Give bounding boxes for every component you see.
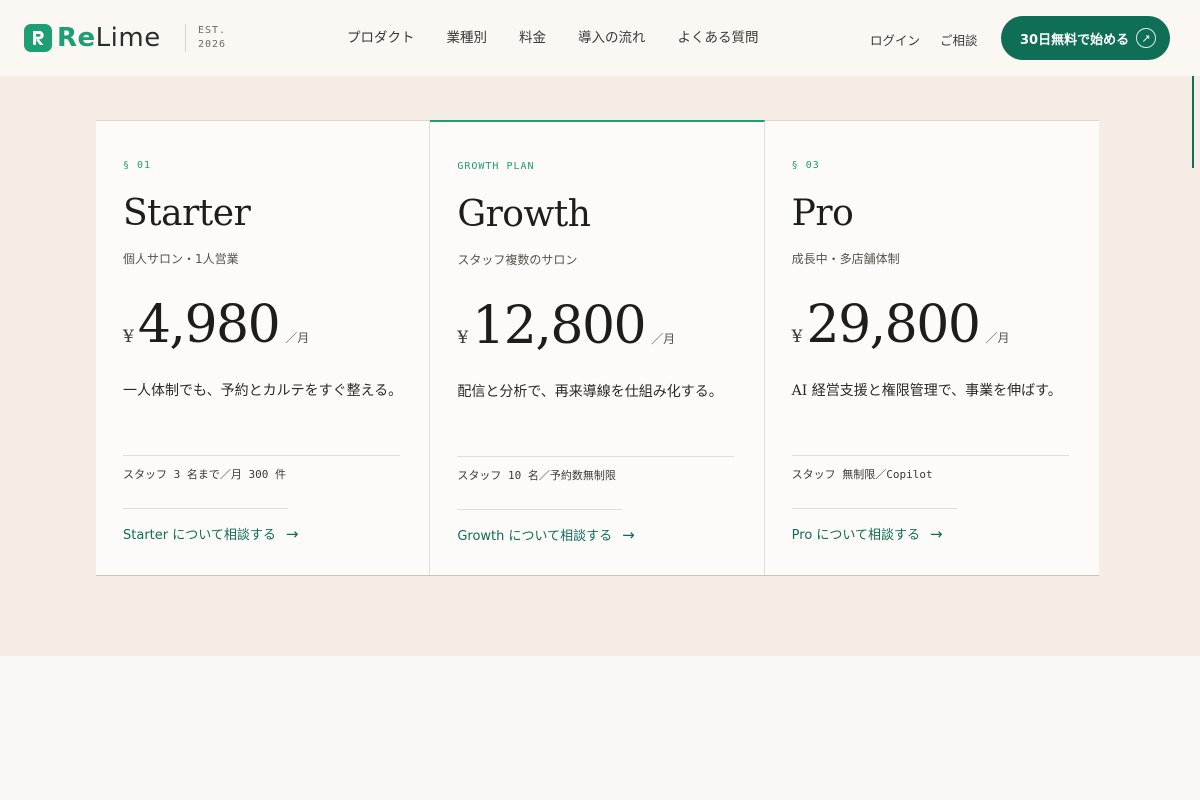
plan-tag: GROWTH PLAN (457, 161, 535, 172)
nav-onboarding-flow[interactable]: 導入の流れ (578, 29, 646, 47)
main-nav: プロダクト 業種別 料金 導入の流れ よくある質問 (347, 29, 759, 47)
arrow-right-icon: → (622, 525, 635, 544)
plan-description: AI 経営支援と権限管理で、事業を伸ばす。 (791, 383, 1062, 399)
plan-tag: § 01 (123, 160, 152, 171)
brand-wordmark: ReLime (57, 23, 161, 53)
divider (457, 509, 623, 510)
link-label: Starter について相談する (123, 528, 276, 543)
plan-name: Pro (791, 193, 854, 234)
plan-subtitle: スタッフ複数のサロン (457, 253, 578, 267)
nav-product[interactable]: プロダクト (347, 29, 415, 47)
pricing-cards: § 01 Starter 個人サロン・1人営業 ¥ 4,980 ／月 一人体制で… (96, 120, 1099, 576)
nav-industry[interactable]: 業種別 (447, 29, 488, 47)
plan-tag: § 03 (791, 160, 820, 171)
plan-description: 一人体制でも、予約とカルテをすぐ整える。 (123, 383, 403, 399)
plan-limits: スタッフ 3 名まで／月 300 件 (123, 468, 286, 481)
plan-price: ¥ 4,980 ／月 (123, 295, 309, 355)
consult-starter-link[interactable]: Starter について相談する → (123, 524, 299, 544)
brand-logo[interactable]: ReLime (24, 24, 161, 52)
plan-subtitle: 成長中・多店舗体制 (791, 252, 900, 266)
link-label: Pro について相談する (791, 528, 921, 543)
site-header: ReLime EST. 2026 プロダクト 業種別 料金 導入の流れ よくある… (0, 0, 1200, 76)
consult-link[interactable]: ご相談 (940, 30, 978, 49)
price-amount: 29,800 (806, 295, 980, 355)
price-amount: 12,800 (472, 296, 646, 356)
price-period: ／月 (285, 331, 310, 345)
currency-symbol: ¥ (791, 327, 803, 347)
divider (791, 508, 957, 509)
divider (123, 455, 400, 456)
plan-description: 配信と分析で、再来導線を仕組み化する。 (457, 384, 723, 400)
consult-pro-link[interactable]: Pro について相談する → (791, 524, 943, 544)
plan-card-pro: § 03 Pro 成長中・多店舗体制 ¥ 29,800 ／月 AI 経営支援と権… (765, 121, 1099, 575)
scroll-indicator[interactable] (1192, 76, 1194, 168)
est-label: EST. 2026 (185, 24, 226, 52)
plan-name: Starter (123, 193, 251, 234)
plan-name: Growth (457, 194, 591, 235)
free-trial-button[interactable]: 30日無料で始める ↗ (1001, 16, 1170, 60)
plan-limits: スタッフ 無制限／Copilot (791, 468, 933, 481)
nav-pricing[interactable]: 料金 (519, 29, 546, 47)
login-link[interactable]: ログイン (870, 30, 920, 49)
price-amount: 4,980 (137, 295, 281, 355)
arrow-right-icon: → (930, 524, 943, 543)
plan-card-starter: § 01 Starter 個人サロン・1人営業 ¥ 4,980 ／月 一人体制で… (96, 121, 431, 575)
free-trial-label: 30日無料で始める (1020, 32, 1130, 48)
divider (123, 508, 288, 509)
currency-symbol: ¥ (457, 328, 469, 348)
arrow-up-right-icon: ↗ (1136, 28, 1156, 48)
currency-symbol: ¥ (123, 327, 134, 347)
arrow-right-icon: → (285, 524, 299, 543)
divider (791, 455, 1069, 456)
consult-growth-link[interactable]: Growth について相談する → (457, 525, 635, 545)
price-period: ／月 (985, 331, 1010, 345)
plan-price: ¥ 29,800 ／月 (792, 295, 1010, 355)
price-period: ／月 (651, 332, 676, 346)
divider (457, 456, 735, 457)
plan-limits: スタッフ 10 名／予約数無制限 (457, 469, 616, 482)
link-label: Growth について相談する (457, 529, 613, 544)
plan-subtitle: 個人サロン・1人営業 (123, 252, 239, 266)
nav-faq[interactable]: よくある質問 (678, 29, 759, 47)
plan-card-growth: GROWTH PLAN Growth スタッフ複数のサロン ¥ 12,800 ／… (430, 120, 765, 575)
plan-price: ¥ 12,800 ／月 (457, 296, 675, 356)
brand-r-icon (24, 24, 52, 52)
